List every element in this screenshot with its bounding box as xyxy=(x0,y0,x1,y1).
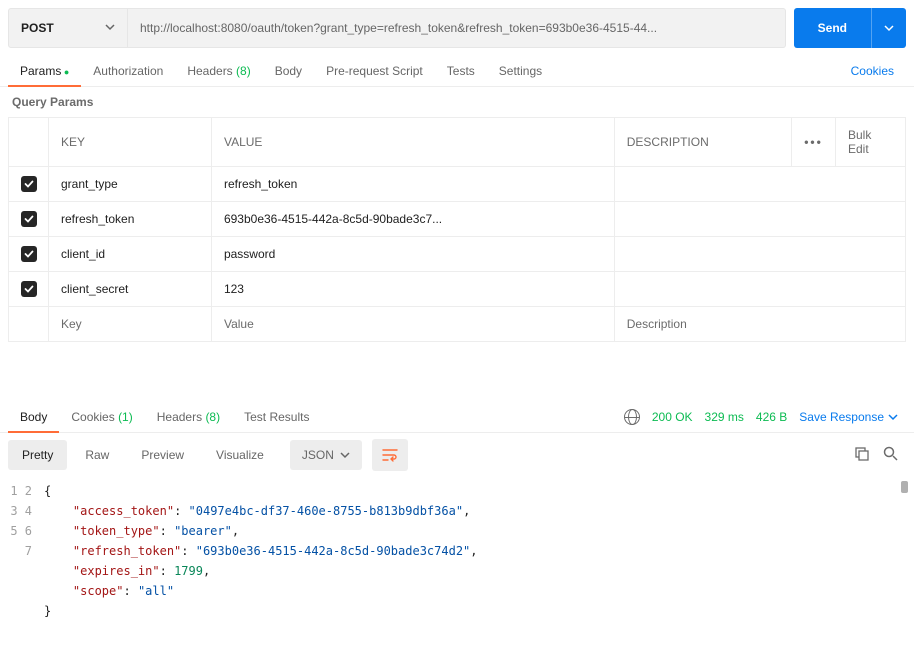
param-desc-input[interactable]: Description xyxy=(614,307,905,342)
param-key-input[interactable]: Key xyxy=(49,307,212,342)
copy-icon[interactable] xyxy=(854,446,869,464)
tab-authorization[interactable]: Authorization xyxy=(81,56,175,86)
param-checkbox[interactable] xyxy=(21,281,37,297)
globe-icon[interactable] xyxy=(624,409,640,425)
response-body[interactable]: 1 2 3 4 5 6 7 { "access_token": "0497e4b… xyxy=(0,477,914,625)
param-value[interactable]: 123 xyxy=(211,272,614,307)
param-desc[interactable] xyxy=(614,272,905,307)
checkbox-col-header xyxy=(9,118,49,167)
param-row: client_secret123 xyxy=(9,272,906,307)
tab-body[interactable]: Body xyxy=(263,56,314,86)
send-dropdown[interactable] xyxy=(871,8,906,48)
search-icon[interactable] xyxy=(883,446,898,464)
scrollbar-indicator xyxy=(901,481,908,493)
view-raw[interactable]: Raw xyxy=(71,440,123,470)
wrap-icon xyxy=(382,448,398,462)
query-params-table: KEY VALUE DESCRIPTION ••• Bulk Edit gran… xyxy=(8,117,906,342)
status-size: 426 B xyxy=(756,410,787,424)
col-key: KEY xyxy=(49,118,212,167)
query-params-label: Query Params xyxy=(0,87,914,117)
format-select[interactable]: JSON xyxy=(290,440,362,470)
param-value-input[interactable]: Value xyxy=(211,307,614,342)
tab-headers[interactable]: Headers (8) xyxy=(175,56,262,86)
tab-prerequest[interactable]: Pre-request Script xyxy=(314,56,435,86)
resp-tab-headers[interactable]: Headers (8) xyxy=(145,402,232,432)
param-desc[interactable] xyxy=(614,202,905,237)
params-changed-dot xyxy=(61,64,69,78)
param-key[interactable]: refresh_token xyxy=(49,202,212,237)
param-key[interactable]: client_secret xyxy=(49,272,212,307)
view-pretty[interactable]: Pretty xyxy=(8,440,67,470)
param-value[interactable]: refresh_token xyxy=(211,167,614,202)
col-description: DESCRIPTION xyxy=(614,118,791,167)
cookies-link[interactable]: Cookies xyxy=(839,56,906,86)
method-select[interactable]: POST xyxy=(8,8,128,48)
resp-tab-test-results[interactable]: Test Results xyxy=(232,402,321,432)
view-preview[interactable]: Preview xyxy=(127,440,198,470)
param-checkbox[interactable] xyxy=(21,176,37,192)
status-time: 329 ms xyxy=(705,410,744,424)
param-key[interactable]: grant_type xyxy=(49,167,212,202)
more-options-icon[interactable]: ••• xyxy=(804,135,823,149)
resp-tab-body[interactable]: Body xyxy=(8,402,59,432)
param-row: grant_typerefresh_token xyxy=(9,167,906,202)
tab-settings[interactable]: Settings xyxy=(487,56,554,86)
save-response-button[interactable]: Save Response xyxy=(799,410,898,424)
view-visualize[interactable]: Visualize xyxy=(202,440,278,470)
param-value[interactable]: 693b0e36-4515-442a-8c5d-90bade3c7... xyxy=(211,202,614,237)
chevron-down-icon xyxy=(105,21,115,35)
param-row-new: KeyValueDescription xyxy=(9,307,906,342)
wrap-lines-button[interactable] xyxy=(372,439,408,471)
url-text: http://localhost:8080/oauth/token?grant_… xyxy=(140,21,657,35)
param-desc[interactable] xyxy=(614,167,905,202)
url-input[interactable]: http://localhost:8080/oauth/token?grant_… xyxy=(128,8,786,48)
send-button[interactable]: Send xyxy=(794,8,906,48)
bulk-edit-link[interactable]: Bulk Edit xyxy=(836,118,906,167)
method-label: POST xyxy=(21,21,54,35)
col-value: VALUE xyxy=(211,118,614,167)
param-row: client_idpassword xyxy=(9,237,906,272)
tab-params[interactable]: Params xyxy=(8,56,81,86)
param-checkbox[interactable] xyxy=(21,246,37,262)
param-key[interactable]: client_id xyxy=(49,237,212,272)
param-desc[interactable] xyxy=(614,237,905,272)
resp-tab-cookies[interactable]: Cookies (1) xyxy=(59,402,144,432)
tab-tests[interactable]: Tests xyxy=(435,56,487,86)
param-row: refresh_token693b0e36-4515-442a-8c5d-90b… xyxy=(9,202,906,237)
param-checkbox[interactable] xyxy=(21,211,37,227)
status-code: 200 OK xyxy=(652,410,693,424)
param-value[interactable]: password xyxy=(211,237,614,272)
send-label: Send xyxy=(794,21,871,35)
